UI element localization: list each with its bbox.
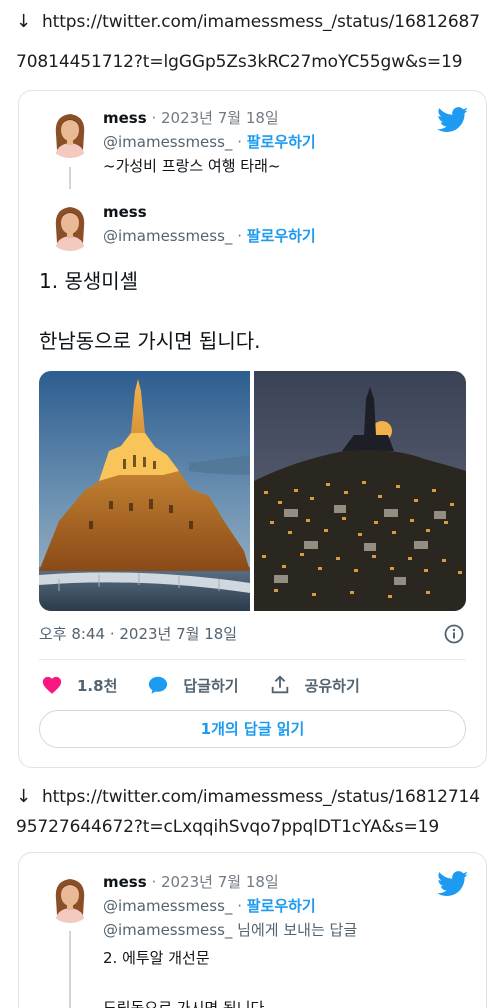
tweet-date[interactable]: 2023년 7월 18일 — [161, 109, 279, 127]
share-icon — [271, 675, 288, 694]
author-handle[interactable]: @imamessmess_ — [103, 897, 232, 915]
tweet-header: mess · 2023년 7월 18일 — [103, 873, 279, 891]
author-name[interactable]: mess — [103, 873, 147, 891]
tweet-handle-row: @imamessmess_ · 팔로우하기 — [103, 227, 316, 245]
share-button[interactable]: 공유하기 — [269, 674, 360, 696]
tweet-link-1[interactable]: ↓ https://twitter.com/imamessmess_/status… — [16, 8, 496, 36]
tweet-actions: 1.8천 답글하기 공유하기 — [41, 671, 390, 699]
link-url-part2[interactable]: 95727644672?t=cLxqqihSvqo7ppqlDT1cYA&s=1… — [16, 817, 439, 837]
tweet-embed-card[interactable]: mess · 2023년 7월 18일 @imamessmess_ · 팔로우하… — [18, 90, 487, 768]
reply-to-line: @imamessmess_ 님에게 보내는 답글 — [103, 921, 358, 939]
reply-label: 답글하기 — [183, 676, 239, 695]
author-name[interactable]: mess — [103, 203, 147, 221]
author-handle[interactable]: @imamessmess_ — [103, 133, 232, 151]
follow-button[interactable]: 팔로우하기 — [247, 227, 316, 245]
tweet-handle-row: @imamessmess_ · 팔로우하기 — [103, 133, 316, 151]
link-url-part1[interactable]: https://twitter.com/imamessmess_/status/… — [42, 787, 480, 807]
read-replies-button[interactable]: 1개의 답글 읽기 — [39, 710, 466, 748]
author-name[interactable]: mess — [103, 109, 147, 127]
follow-button[interactable]: 팔로우하기 — [247, 897, 316, 915]
tweet-date[interactable]: 2023년 7월 18일 — [161, 873, 279, 891]
photo-hannam-dong[interactable] — [254, 371, 466, 611]
author-handle[interactable]: @imamessmess_ — [103, 227, 232, 245]
twitter-bird-icon[interactable] — [437, 107, 469, 133]
like-count: 1.8천 — [77, 676, 118, 695]
link-url-part1[interactable]: https://twitter.com/imamessmess_/status/… — [42, 12, 480, 32]
tweet-link-2-cont[interactable]: 95727644672?t=cLxqqihSvqo7ppqlDT1cYA&s=1… — [16, 813, 496, 841]
like-button[interactable]: 1.8천 — [41, 674, 117, 696]
follow-button[interactable]: 팔로우하기 — [247, 133, 316, 151]
info-icon[interactable] — [444, 624, 464, 644]
twitter-bird-icon[interactable] — [437, 871, 469, 897]
tweet-link-2[interactable]: ↓ https://twitter.com/imamessmess_/status… — [16, 783, 496, 811]
tweet-text-line1: 2. 에투알 개선문 — [103, 949, 210, 967]
divider — [39, 659, 466, 660]
share-label: 공유하기 — [304, 676, 360, 695]
tweet-handle-row: @imamessmess_ · 팔로우하기 — [103, 897, 316, 915]
tweet-text-line2: 도림동으로 가시면 됩니다 — [103, 999, 265, 1008]
photo-mont-saint-michel[interactable] — [39, 371, 250, 611]
avatar[interactable] — [45, 108, 95, 158]
tweet-text-line1: 1. 몽생미셸 — [39, 269, 139, 293]
tweet-header: mess · 2023년 7월 18일 — [103, 109, 279, 127]
down-arrow-icon: ↓ — [16, 11, 31, 32]
thread-line — [69, 167, 71, 189]
speech-bubble-icon — [149, 676, 168, 694]
tweet-text-line2: 한남동으로 가시면 됩니다. — [39, 329, 261, 353]
avatar[interactable] — [45, 201, 95, 251]
heart-icon — [42, 676, 62, 694]
tweet-photos — [39, 371, 466, 611]
reply-button[interactable]: 답글하기 — [147, 674, 239, 696]
tweet-link-1-cont[interactable]: 70814451712?t=lgGGp5Zs3kRC27moYC55gw&s=1… — [16, 48, 496, 76]
tweet-timestamp[interactable]: 오후 8:44 · 2023년 7월 18일 — [39, 623, 237, 645]
avatar[interactable] — [45, 873, 95, 923]
thread-line — [69, 931, 71, 1008]
tweet-header: mess — [103, 201, 147, 223]
down-arrow-icon: ↓ — [16, 786, 31, 807]
link-url-part2[interactable]: 70814451712?t=lgGGp5Zs3kRC27moYC55gw&s=1… — [16, 52, 463, 72]
tweet-embed-card[interactable]: mess · 2023년 7월 18일 @imamessmess_ · 팔로우하… — [18, 852, 487, 1008]
tweet-text: ~가성비 프랑스 여행 타래~ — [103, 157, 281, 175]
